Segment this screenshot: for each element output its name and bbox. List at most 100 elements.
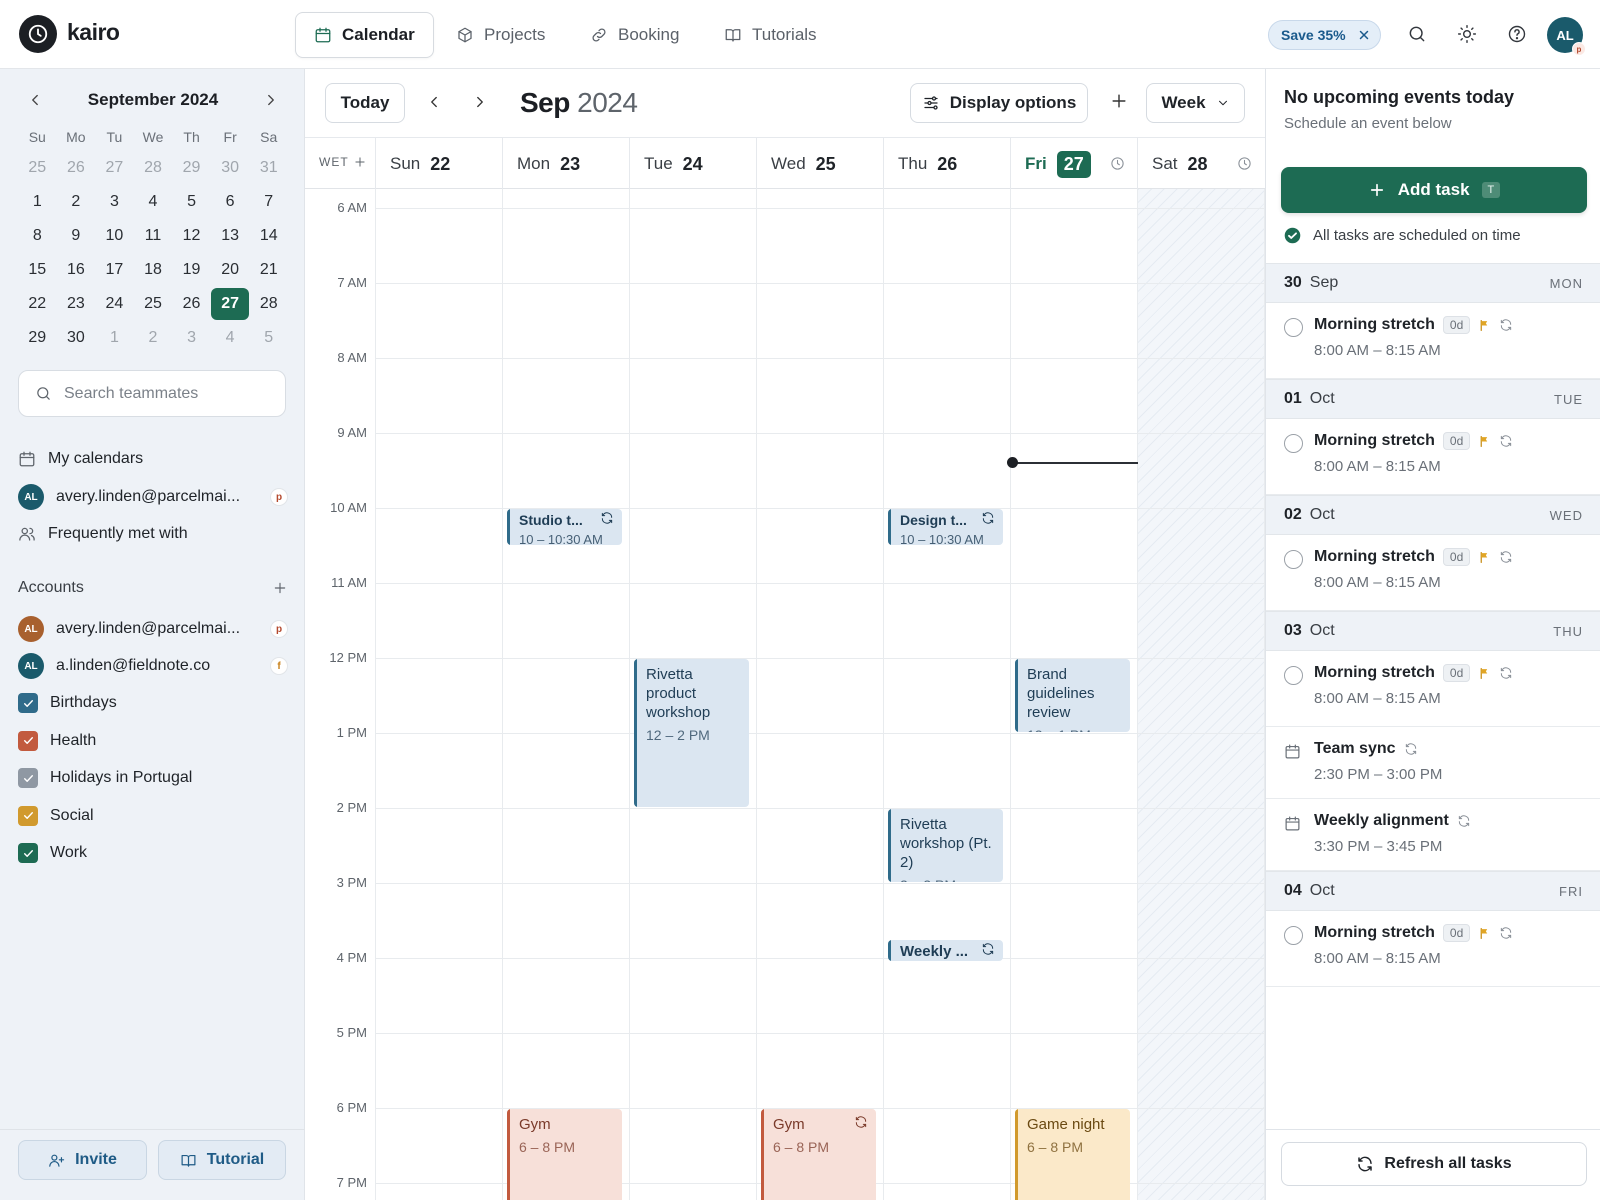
mini-cal-day[interactable]: 26 — [57, 151, 96, 185]
agenda-task[interactable]: Morning stretch 0d 8:00 AM – 8:15 AM — [1266, 419, 1600, 495]
mini-cal-day[interactable]: 29 — [18, 321, 57, 355]
promo-badge[interactable]: Save 35% — [1268, 20, 1381, 50]
task-complete-checkbox[interactable] — [1284, 318, 1303, 337]
mini-cal-day[interactable]: 7 — [249, 185, 288, 219]
mini-cal-day[interactable]: 8 — [18, 219, 57, 253]
search-teammates-input[interactable]: Search teammates — [18, 370, 286, 417]
mini-cal-day[interactable]: 4 — [211, 321, 250, 355]
mini-cal-day[interactable]: 11 — [134, 219, 173, 253]
day-header-wed[interactable]: Wed 25 — [756, 138, 883, 190]
view-select[interactable]: Week — [1146, 83, 1245, 123]
calendar-event[interactable]: Gym 6 – 8 PM — [507, 1109, 622, 1200]
mini-cal-day[interactable]: 31 — [249, 151, 288, 185]
mini-cal-day[interactable]: 25 — [134, 287, 173, 321]
mini-cal-day[interactable]: 2 — [57, 185, 96, 219]
mini-cal-day[interactable]: 14 — [249, 219, 288, 253]
time-grid[interactable]: 6 AM 7 AM 8 AM 9 AM 10 AM 11 AM 12 PM 1 PM 2 PM 3… — [305, 189, 1265, 1200]
mini-cal-day[interactable]: 19 — [172, 253, 211, 287]
agenda-task[interactable]: Morning stretch 0d 8:00 AM – 8:15 AM — [1266, 911, 1600, 987]
mini-cal-day[interactable]: 4 — [134, 185, 173, 219]
agenda-task[interactable]: Morning stretch 0d 8:00 AM – 8:15 AM — [1266, 651, 1600, 727]
calendar-checkbox[interactable] — [18, 805, 38, 826]
day-header-fri[interactable]: Fri 27 — [1010, 138, 1137, 190]
day-header-sat[interactable]: Sat 28 — [1137, 138, 1264, 190]
mini-cal-day[interactable]: 27 — [211, 287, 250, 321]
mini-cal-prev-button[interactable] — [24, 89, 46, 111]
mini-cal-day[interactable]: 24 — [95, 287, 134, 321]
help-icon[interactable] — [1507, 24, 1527, 44]
mini-cal-day[interactable]: 16 — [57, 253, 96, 287]
user-avatar[interactable]: AL p — [1547, 17, 1586, 56]
mini-cal-day[interactable]: 13 — [211, 219, 250, 253]
task-complete-checkbox[interactable] — [1284, 550, 1303, 569]
calendar-event[interactable]: Studio t... 10 – 10:30 AM — [507, 509, 622, 545]
mini-cal-day[interactable]: 1 — [18, 185, 57, 219]
prev-week-button[interactable] — [425, 93, 443, 111]
day-header-mon[interactable]: Mon 23 — [502, 138, 629, 190]
mini-cal-day[interactable]: 23 — [57, 287, 96, 321]
calendar-checkbox[interactable] — [18, 768, 38, 788]
tab-booking[interactable]: Booking — [572, 12, 697, 58]
mini-cal-day[interactable]: 28 — [134, 151, 173, 185]
calendar-event[interactable]: Rivetta workshop (Pt. 2) 2 – 3 PM — [888, 809, 1003, 882]
calendar-checkbox[interactable] — [18, 843, 38, 863]
mini-cal-day[interactable]: 15 — [18, 253, 57, 287]
next-week-button[interactable] — [471, 93, 489, 111]
mini-cal-day[interactable]: 3 — [172, 321, 211, 355]
mini-cal-day[interactable]: 5 — [172, 185, 211, 219]
today-button[interactable]: Today — [325, 83, 405, 123]
mini-cal-day[interactable]: 25 — [18, 151, 57, 185]
mini-cal-day[interactable]: 26 — [172, 287, 211, 321]
search-icon[interactable] — [1407, 24, 1427, 44]
frequently-met-row[interactable]: Frequently met with — [18, 519, 288, 549]
tab-calendar[interactable]: Calendar — [295, 12, 434, 58]
mini-cal-day[interactable]: 6 — [211, 185, 250, 219]
task-complete-checkbox[interactable] — [1284, 666, 1303, 685]
mini-cal-day[interactable]: 3 — [95, 185, 134, 219]
agenda-event[interactable]: Weekly alignment 3:30 PM – 3:45 PM — [1266, 799, 1600, 871]
mini-cal-day[interactable]: 5 — [249, 321, 288, 355]
calendar-toggle-row[interactable]: Birthdays — [18, 688, 288, 718]
refresh-all-tasks-button[interactable]: Refresh all tasks — [1281, 1142, 1587, 1186]
mini-cal-day[interactable]: 17 — [95, 253, 134, 287]
account-row[interactable]: AL a.linden@fieldnote.co f — [18, 651, 288, 681]
primary-account-row[interactable]: AL avery.linden@parcelmai... p — [18, 482, 288, 512]
mini-cal-day[interactable]: 29 — [172, 151, 211, 185]
calendar-event[interactable]: Rivetta product workshop 12 – 2 PM — [634, 659, 749, 807]
task-complete-checkbox[interactable] — [1284, 926, 1303, 945]
day-header-tue[interactable]: Tue 24 — [629, 138, 756, 190]
calendar-toggle-row[interactable]: Holidays in Portugal — [18, 763, 288, 793]
calendar-toggle-row[interactable]: Work — [18, 838, 288, 868]
calendar-toggle-row[interactable]: Social — [18, 801, 288, 831]
mini-cal-day[interactable]: 30 — [211, 151, 250, 185]
display-options-button[interactable]: Display options — [910, 83, 1088, 123]
calendar-event[interactable]: Design t... 10 – 10:30 AM — [888, 509, 1003, 545]
calendar-checkbox[interactable] — [18, 693, 38, 713]
close-icon[interactable] — [1358, 29, 1370, 41]
calendar-event[interactable]: Game night 6 – 8 PM — [1015, 1109, 1130, 1200]
timezone-label[interactable]: WET — [319, 155, 367, 169]
account-row[interactable]: AL avery.linden@parcelmai... p — [18, 614, 288, 644]
mini-cal-day[interactable]: 30 — [57, 321, 96, 355]
calendar-event[interactable]: Gym 6 – 8 PM — [761, 1109, 876, 1200]
tab-tutorials[interactable]: Tutorials — [706, 12, 835, 58]
mini-cal-next-button[interactable] — [260, 89, 282, 111]
mini-cal-day[interactable]: 22 — [18, 287, 57, 321]
my-calendars-row[interactable]: My calendars — [18, 444, 288, 474]
add-account-plus-icon[interactable] — [272, 580, 288, 596]
tutorial-button[interactable]: Tutorial — [158, 1140, 286, 1180]
day-header-thu[interactable]: Thu 26 — [883, 138, 1010, 190]
mini-cal-day[interactable]: 28 — [249, 287, 288, 321]
mini-cal-day[interactable]: 12 — [172, 219, 211, 253]
sun-icon[interactable] — [1457, 24, 1477, 44]
task-complete-checkbox[interactable] — [1284, 434, 1303, 453]
agenda-event[interactable]: Team sync 2:30 PM – 3:00 PM — [1266, 727, 1600, 799]
mini-cal-day[interactable]: 20 — [211, 253, 250, 287]
mini-cal-day[interactable]: 27 — [95, 151, 134, 185]
calendar-event[interactable]: Weekly ... — [888, 940, 1003, 961]
mini-cal-day[interactable]: 18 — [134, 253, 173, 287]
mini-cal-day[interactable]: 9 — [57, 219, 96, 253]
calendar-event[interactable]: Brand guidelines review 12 – 1 PM — [1015, 659, 1130, 732]
day-header-sun[interactable]: Sun 22 — [375, 138, 502, 190]
mini-cal-day[interactable]: 1 — [95, 321, 134, 355]
